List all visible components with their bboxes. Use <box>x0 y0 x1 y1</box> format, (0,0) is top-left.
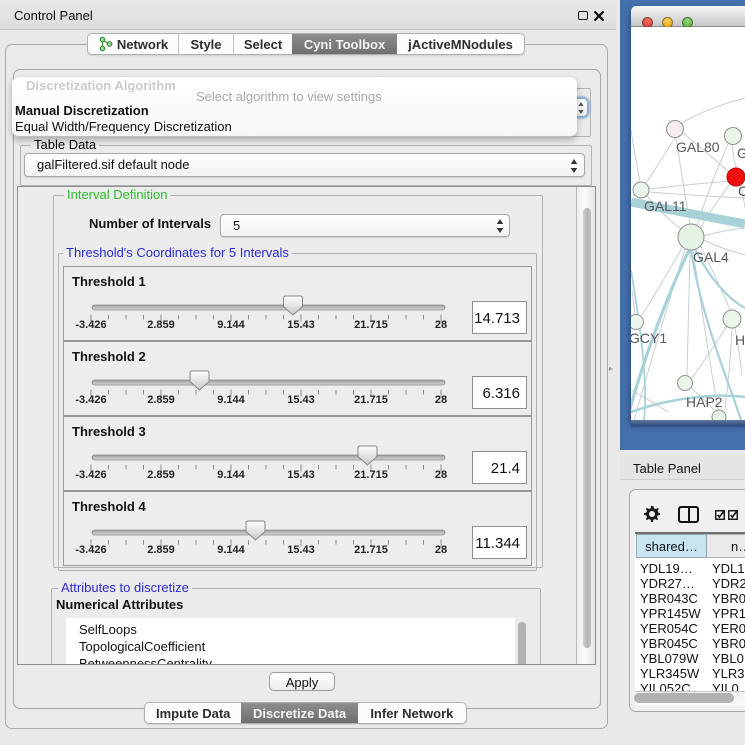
svg-text:GAL4: GAL4 <box>693 249 729 265</box>
svg-text:GCY1: GCY1 <box>631 330 667 346</box>
svg-text:GA: GA <box>737 145 745 161</box>
svg-text:GAL11: GAL11 <box>644 198 687 214</box>
svg-text:GAL80: GAL80 <box>676 139 720 155</box>
svg-text:HAP2: HAP2 <box>686 394 723 410</box>
svg-text:H: H <box>735 332 745 348</box>
svg-text:C: C <box>738 183 745 199</box>
